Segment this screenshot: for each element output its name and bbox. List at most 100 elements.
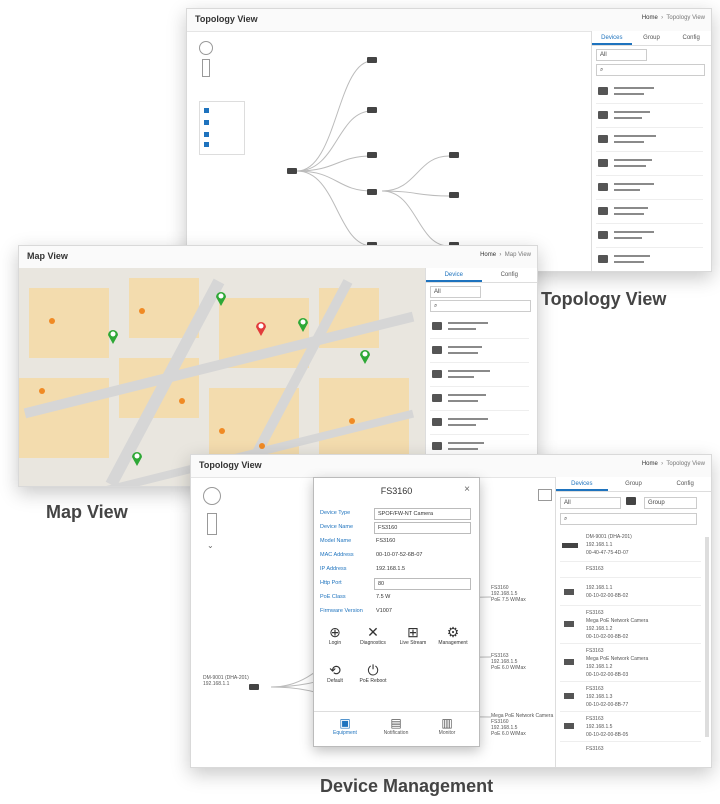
group-select[interactable]: Group [644, 497, 697, 509]
camera-pin-icon[interactable] [297, 316, 309, 332]
diagnostics-button[interactable]: ✕ Diagnostics [358, 624, 388, 646]
field-device-type: Device Type SPOF/FW-NT Camera [320, 508, 473, 520]
close-icon[interactable]: × [464, 484, 470, 495]
management-button[interactable]: ⚙ Management [438, 624, 468, 646]
breadcrumb-home[interactable]: Home [642, 461, 658, 467]
search-input[interactable]: ⌕ [560, 513, 697, 525]
topology-node[interactable] [367, 107, 377, 113]
poi-icon [259, 443, 265, 449]
list-item[interactable]: FS3163 Mega PoE Network Camera 192.168.1.2… [560, 607, 701, 644]
tab-devices[interactable]: Devices [592, 31, 632, 45]
poe-reboot-button[interactable]: ⏻ PoE Reboot [358, 662, 388, 684]
camera-pin-icon[interactable] [215, 290, 227, 306]
device-name-input[interactable]: FS3160 [374, 522, 471, 534]
device-type-select[interactable]: SPOF/FW-NT Camera [374, 508, 471, 520]
breadcrumb: Home › Topology View [641, 15, 705, 21]
list-item[interactable]: FS3163 192.168.1.3 00-10-02-00-8B-77 [560, 683, 701, 712]
topology-node[interactable] [367, 152, 377, 158]
list-item[interactable] [596, 153, 703, 176]
list-item[interactable]: DM-9001 (DHA-201) 192.168.1.1 00-40-47-75-… [560, 531, 701, 562]
filter-select[interactable]: All [430, 286, 481, 298]
breadcrumb: Home › Topology View [641, 461, 705, 467]
layout-toggle-icon[interactable] [538, 489, 552, 501]
list-item[interactable]: FS3163 Mega PoE Network Camera 192.168.1.2… [560, 645, 701, 682]
tools-icon: ✕ [367, 624, 379, 640]
topology-node[interactable] [367, 189, 377, 195]
topology-titlebar: Topology View Home › Topology View [187, 9, 711, 32]
breadcrumb-home[interactable]: Home [642, 15, 658, 21]
search-input[interactable]: ⌕ [596, 64, 705, 76]
list-item[interactable] [430, 388, 529, 411]
device-management-screenshot: Topology View Home › Topology View ⌄ DM-… [190, 454, 712, 768]
default-button[interactable]: ⟲ Default [320, 662, 350, 684]
map-block [29, 288, 109, 358]
tab-config[interactable]: Config [659, 477, 711, 491]
list-item[interactable]: 192.168.1.1 00-10-02-00-8B-02 [560, 579, 701, 606]
topology-root-node[interactable] [287, 168, 297, 174]
topology-tree [296, 60, 450, 247]
topology-node[interactable] [449, 192, 459, 198]
tab-group[interactable]: Group [632, 31, 672, 45]
panel-tabs: Devices Group Config [556, 477, 711, 492]
topology-view-screenshot: Topology View Home › Topology View Devic… [186, 8, 712, 272]
breadcrumb-home[interactable]: Home [480, 252, 496, 258]
list-item[interactable] [596, 129, 703, 152]
list-item[interactable]: FS3163 [560, 743, 701, 757]
tab-equipment[interactable]: ▣ Equipment [320, 716, 370, 736]
node-label: DM-9001 (DHA-201) 192.168.1.1 [203, 675, 249, 687]
dialog-tabs: ▣ Equipment ▤ Notification ▥ Monitor [314, 711, 479, 746]
poi-icon [49, 318, 55, 324]
list-item[interactable]: FS3163 192.168.1.5 00-10-02-00-8B-05 [560, 713, 701, 742]
topology-root-node[interactable] [249, 684, 259, 690]
filter-select[interactable]: All [560, 497, 621, 509]
switch-icon [562, 543, 578, 548]
tab-config[interactable]: Config [671, 31, 711, 45]
camera-pin-icon[interactable] [131, 450, 143, 466]
scrollbar[interactable] [705, 537, 709, 737]
live-stream-button[interactable]: ⊞ Live Stream [398, 624, 428, 646]
breadcrumb-current: Topology View [666, 15, 705, 21]
breadcrumb: Home › Map View [480, 252, 531, 258]
list-item[interactable] [430, 412, 529, 435]
topology-node[interactable] [367, 57, 377, 63]
poi-icon [349, 418, 355, 424]
field-firmware-version: Firmware Version V1007 [320, 608, 392, 614]
tab-notification[interactable]: ▤ Notification [371, 716, 421, 736]
list-item[interactable] [430, 364, 529, 387]
dialog-title: FS3160 [380, 486, 413, 496]
tab-devices[interactable]: Devices [556, 477, 608, 491]
tab-group[interactable]: Group [608, 477, 660, 491]
monitor-icon: ▥ [441, 716, 453, 730]
login-button[interactable]: ⊕ Login [320, 624, 350, 646]
camera-pin-icon[interactable] [359, 348, 371, 364]
camera-pin-icon[interactable] [107, 328, 119, 344]
filter-select[interactable]: All [596, 49, 647, 61]
node-label: Mega PoE Network Camera FS3160 192.168.1… [491, 713, 554, 737]
search-input[interactable]: ⌕ [430, 300, 531, 312]
caption-map-view: Map View [46, 502, 128, 522]
camera-icon [564, 621, 574, 627]
breadcrumb-current: Map View [504, 252, 531, 258]
list-item[interactable] [596, 201, 703, 224]
camera-icon: ⊞ [407, 624, 419, 640]
http-port-input[interactable]: 80 [374, 578, 471, 590]
tab-monitor[interactable]: ▥ Monitor [422, 716, 472, 736]
list-item[interactable] [596, 225, 703, 248]
list-item[interactable] [430, 316, 529, 339]
list-item[interactable] [596, 105, 703, 128]
list-item[interactable] [430, 340, 529, 363]
page-title: Topology View [199, 460, 262, 470]
equipment-icon: ▣ [339, 716, 351, 730]
tab-device[interactable]: Device [426, 268, 482, 282]
list-item[interactable] [596, 177, 703, 200]
list-item[interactable] [596, 81, 703, 104]
poi-icon [219, 428, 225, 434]
map-titlebar: Map View Home › Map View [19, 246, 537, 269]
alert-pin-icon[interactable] [255, 320, 267, 336]
tab-config[interactable]: Config [482, 268, 538, 282]
topology-node[interactable] [449, 152, 459, 158]
list-item[interactable] [596, 249, 703, 271]
list-item[interactable]: FS3163 [560, 563, 701, 578]
device-dialog: FS3160 × Device Type SPOF/FW-NT Camera De… [313, 477, 480, 747]
power-icon: ⏻ [367, 662, 379, 678]
